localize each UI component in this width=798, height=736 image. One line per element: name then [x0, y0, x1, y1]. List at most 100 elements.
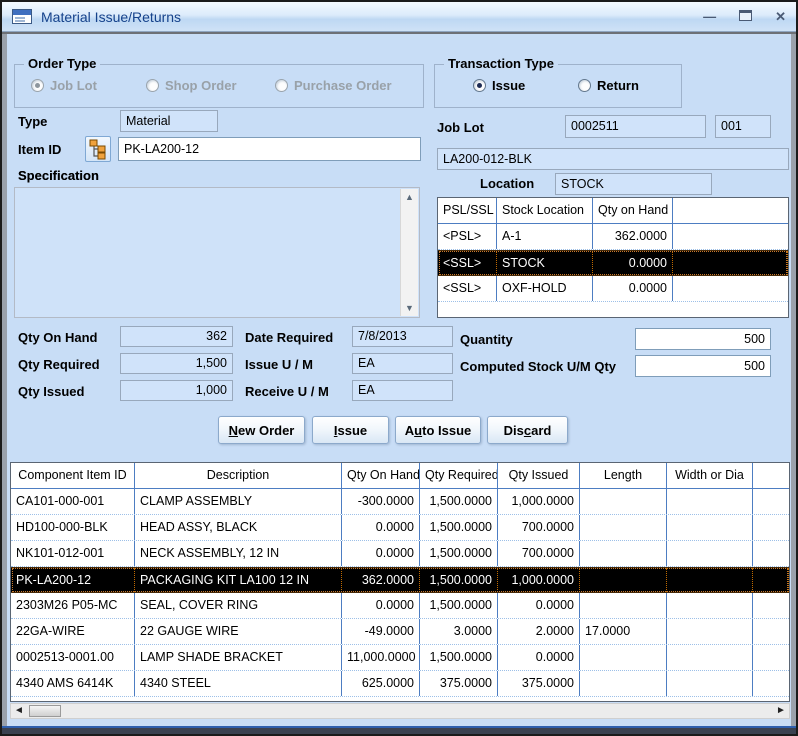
- table-cell: 700.0000: [498, 515, 580, 540]
- table-cell: 4340 STEEL: [135, 671, 342, 696]
- order-type-group: Order Type Job Lot Shop Order Purchase O…: [14, 64, 424, 108]
- table-cell-filler: [753, 489, 789, 514]
- table-cell: 2303M26 P05-MC: [11, 593, 135, 618]
- table-cell: 4340 AMS 6414K: [11, 671, 135, 696]
- table-row[interactable]: <PSL>A-1362.0000: [438, 224, 788, 250]
- transaction-type-group: Transaction Type Issue Return: [434, 64, 682, 108]
- quantity-input[interactable]: 500: [635, 328, 771, 350]
- column-header[interactable]: Stock Location: [497, 198, 593, 223]
- table-cell: 0002513-0001.00: [11, 645, 135, 670]
- table-cell: OXF-HOLD: [497, 276, 593, 301]
- table-row[interactable]: PK-LA200-12PACKAGING KIT LA100 12 IN362.…: [11, 567, 789, 593]
- column-header[interactable]: Length: [580, 463, 667, 488]
- date-required-field: 7/8/2013: [352, 326, 453, 347]
- type-label: Type: [18, 114, 47, 129]
- component-table-hscrollbar[interactable]: ◄ ►: [10, 703, 790, 719]
- column-header[interactable]: Component Item ID: [11, 463, 135, 488]
- new-order-button[interactable]: New Order: [218, 416, 305, 444]
- item-lookup-button[interactable]: [85, 136, 111, 162]
- stock-location-table: PSL/SSLStock LocationQty on Hand<PSL>A-1…: [437, 197, 789, 318]
- specification-label-text: Specification: [18, 168, 99, 183]
- table-row[interactable]: 4340 AMS 6414K4340 STEEL625.0000375.0000…: [11, 671, 789, 697]
- table-cell: 1,500.0000: [420, 541, 498, 566]
- table-row[interactable]: <SSL>OXF-HOLD0.0000: [438, 276, 788, 302]
- table-cell: HEAD ASSY, BLACK: [135, 515, 342, 540]
- radio-purchase-order-label: Purchase Order: [294, 78, 392, 93]
- quantity-label: Quantity: [460, 332, 513, 347]
- title-bar: Material Issue/Returns — ✕: [2, 2, 796, 32]
- radio-button-icon: [578, 79, 591, 92]
- table-cell: 0.0000: [498, 593, 580, 618]
- radio-job-lot-label: Job Lot: [50, 78, 97, 93]
- table-cell: 0.0000: [342, 593, 420, 618]
- table-cell: 22 GAUGE WIRE: [135, 619, 342, 644]
- item-id-label: Item ID: [18, 142, 61, 157]
- table-cell: [580, 593, 667, 618]
- specification-scrollbar[interactable]: ▲ ▼: [400, 189, 418, 316]
- issue-button[interactable]: Issue: [312, 416, 389, 444]
- type-field: Material: [120, 110, 218, 132]
- table-cell: 1,500.0000: [420, 593, 498, 618]
- table-cell: STOCK: [497, 251, 593, 275]
- specification-textarea[interactable]: ▲ ▼: [14, 187, 420, 318]
- auto-issue-button[interactable]: Auto Issue: [395, 416, 481, 444]
- radio-button-icon: [31, 79, 44, 92]
- column-header[interactable]: PSL/SSL: [438, 198, 497, 223]
- table-cell-filler: [753, 645, 789, 670]
- column-header[interactable]: Width or Dia: [667, 463, 753, 488]
- table-row[interactable]: CA101-000-001CLAMP ASSEMBLY-300.00001,50…: [11, 489, 789, 515]
- table-row[interactable]: 0002513-0001.00LAMP SHADE BRACKET11,000.…: [11, 645, 789, 671]
- scroll-down-icon[interactable]: ▼: [401, 300, 418, 316]
- radio-return[interactable]: Return: [578, 78, 639, 93]
- scroll-right-icon[interactable]: ►: [773, 704, 789, 718]
- job-lot-label: Job Lot: [437, 120, 484, 135]
- table-cell: NK101-012-001: [11, 541, 135, 566]
- table-cell: 22GA-WIRE: [11, 619, 135, 644]
- table-cell: 0.0000: [593, 276, 673, 301]
- table-row[interactable]: <SSL>STOCK0.0000: [438, 250, 788, 276]
- table-cell: [580, 645, 667, 670]
- column-header[interactable]: Qty On Hand: [342, 463, 420, 488]
- table-cell-filler: [753, 619, 789, 644]
- window-frame-left: [2, 34, 7, 726]
- radio-shop-order[interactable]: Shop Order: [146, 78, 237, 93]
- column-header[interactable]: Qty on Hand: [593, 198, 673, 223]
- radio-purchase-order[interactable]: Purchase Order: [275, 78, 392, 93]
- table-header-row: Component Item IDDescriptionQty On HandQ…: [11, 463, 789, 489]
- radio-issue[interactable]: Issue: [473, 78, 525, 93]
- qty-on-hand-label: Qty On Hand: [18, 330, 97, 345]
- qty-required-field: 1,500: [120, 353, 233, 374]
- table-row[interactable]: HD100-000-BLKHEAD ASSY, BLACK0.00001,500…: [11, 515, 789, 541]
- minimize-icon[interactable]: —: [703, 10, 716, 24]
- computed-stock-qty-input[interactable]: 500: [635, 355, 771, 377]
- component-table: Component Item IDDescriptionQty On HandQ…: [10, 462, 790, 702]
- table-row[interactable]: NK101-012-001NECK ASSEMBLY, 12 IN0.00001…: [11, 541, 789, 567]
- qty-required-label: Qty Required: [18, 357, 100, 372]
- table-row[interactable]: 22GA-WIRE22 GAUGE WIRE-49.00003.00002.00…: [11, 619, 789, 645]
- issue-um-label: Issue U / M: [245, 357, 313, 372]
- table-cell: [667, 515, 753, 540]
- table-cell: 700.0000: [498, 541, 580, 566]
- table-cell: [667, 568, 753, 592]
- table-cell: [667, 541, 753, 566]
- table-cell-filler: [753, 593, 789, 618]
- table-cell: 1,500.0000: [420, 645, 498, 670]
- table-header-row: PSL/SSLStock LocationQty on Hand: [438, 198, 788, 224]
- column-header[interactable]: Description: [135, 463, 342, 488]
- close-icon[interactable]: ✕: [775, 10, 786, 24]
- table-cell-filler: [753, 515, 789, 540]
- hscrollbar-thumb[interactable]: [29, 705, 61, 717]
- radio-job-lot[interactable]: Job Lot: [31, 78, 97, 93]
- column-header[interactable]: Qty Required: [420, 463, 498, 488]
- scroll-left-icon[interactable]: ◄: [11, 704, 27, 718]
- radio-button-icon: [275, 79, 288, 92]
- discard-button[interactable]: Discard: [487, 416, 568, 444]
- column-header[interactable]: Qty Issued: [498, 463, 580, 488]
- material-issue-returns-window: Material Issue/Returns — ✕ Order Type Jo…: [0, 0, 798, 736]
- scroll-up-icon[interactable]: ▲: [401, 189, 418, 205]
- table-cell-filler: [673, 251, 788, 275]
- item-id-input[interactable]: PK-LA200-12: [118, 137, 421, 161]
- maximize-icon[interactable]: [739, 10, 752, 24]
- table-row[interactable]: 2303M26 P05-MCSEAL, COVER RING0.00001,50…: [11, 593, 789, 619]
- table-cell: LAMP SHADE BRACKET: [135, 645, 342, 670]
